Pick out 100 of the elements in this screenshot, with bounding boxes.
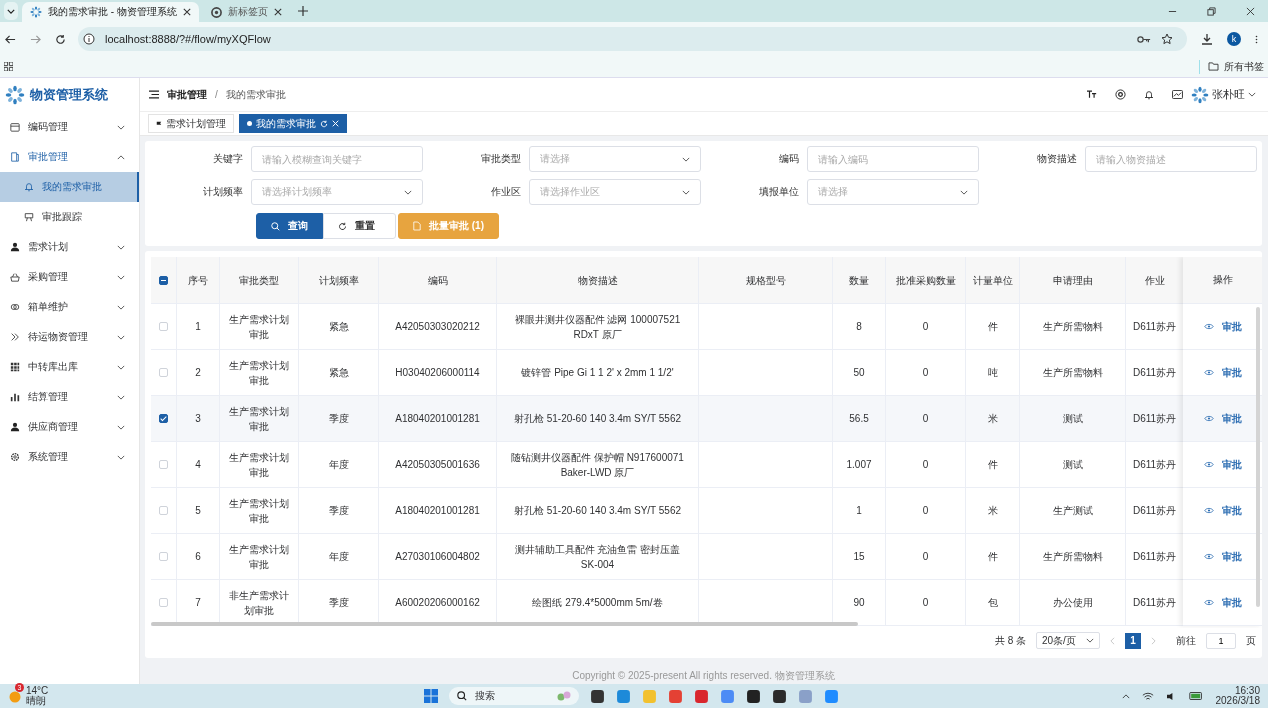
bar-chart-icon — [10, 392, 20, 402]
page-number[interactable]: 1 — [1125, 632, 1141, 649]
select-all-checkbox[interactable] — [159, 275, 168, 285]
weather-text: 晴朗 — [26, 696, 46, 706]
refresh-icon[interactable] — [320, 119, 328, 128]
input-field[interactable]: 请输入编码 — [807, 146, 979, 172]
star-icon[interactable] — [1161, 33, 1173, 45]
bell-icon[interactable] — [1144, 89, 1154, 100]
submenu-item[interactable]: 审批跟踪 — [0, 202, 139, 232]
user-menu[interactable]: 张朴旺 — [1191, 85, 1256, 104]
menu-item[interactable]: 待运物资管理 — [0, 322, 139, 352]
menu-item[interactable]: 编码管理 — [0, 112, 139, 142]
download-icon[interactable] — [1201, 33, 1213, 45]
column-header: 序号 — [188, 273, 208, 288]
image-icon[interactable] — [1172, 90, 1183, 99]
page-size-select[interactable]: 20条/页 — [1036, 632, 1100, 649]
breadcrumb-item[interactable]: 审批管理 — [167, 87, 207, 102]
sun-icon — [8, 689, 22, 703]
tab-search-button[interactable] — [4, 2, 18, 20]
reset-button[interactable]: 重置 — [323, 213, 396, 239]
chevron-down-icon — [682, 189, 690, 195]
close-icon[interactable] — [1246, 7, 1255, 16]
table-cell-text: D611苏丹 — [1132, 320, 1177, 334]
profile-avatar[interactable]: k — [1227, 32, 1241, 46]
font-size-icon[interactable] — [1087, 90, 1097, 99]
page-tab[interactable]: 我的需求审批 — [239, 114, 347, 133]
menu-item[interactable]: 需求计划 — [0, 232, 139, 262]
apps-icon[interactable] — [4, 62, 13, 71]
approve-link[interactable]: 审批 — [1203, 411, 1242, 426]
page-input[interactable]: 1 — [1206, 632, 1236, 649]
menu-item[interactable]: 采购管理 — [0, 262, 139, 292]
table-cell-text: 56.5 — [849, 412, 869, 426]
address-bar[interactable]: localhost:8888/?#/flow/myXQFlow — [78, 27, 1187, 51]
document-icon — [10, 152, 20, 162]
input-field[interactable]: 请输入模糊查询关键字 — [251, 146, 423, 172]
menu-item[interactable]: 中转库出库 — [0, 352, 139, 382]
table-cell-text: 8 — [856, 320, 862, 334]
close-icon[interactable] — [273, 8, 282, 16]
target-icon[interactable] — [1115, 89, 1126, 100]
table-cell-text: 生产所需物料 — [1042, 320, 1103, 334]
eye-icon — [1203, 415, 1214, 422]
table-cell-text: 90 — [853, 596, 865, 610]
table-cell-text: 绘图纸 279.4*5000mm 5m/卷 — [532, 596, 663, 610]
app-icon[interactable] — [746, 688, 762, 704]
table-cell-text: 7 — [195, 596, 201, 610]
key-icon[interactable] — [1137, 34, 1151, 44]
table-cell-text: 测井辅助工具配件 充油鱼雷 密封压盖 SK-004 — [513, 542, 682, 572]
approve-link[interactable]: 审批 — [1203, 549, 1242, 564]
new-tab-icon[interactable] — [297, 6, 308, 16]
column-header: 计划频率 — [318, 273, 359, 288]
eye-icon — [1203, 461, 1214, 468]
app-icon[interactable] — [772, 688, 788, 704]
table-cell-text: 随钻测井仪器配件 保护帽 N917600071 Baker-LWD 原厂 — [510, 450, 685, 480]
close-icon[interactable] — [182, 8, 191, 16]
plant-icon — [557, 690, 572, 702]
battery-icon[interactable] — [1188, 692, 1204, 700]
refresh-icon — [338, 221, 347, 231]
page-tab[interactable]: 需求计划管理 — [148, 114, 234, 133]
clock-date: 2026/3/18 — [1215, 696, 1260, 706]
table-cell-text: 镀锌管 Pipe Gi 1 1 2' x 2mm 1 1/2' — [521, 366, 674, 380]
browser-tab[interactable]: 新标签页 — [202, 2, 290, 22]
search-button[interactable]: 查询 — [256, 213, 323, 239]
restore-icon[interactable] — [1207, 7, 1216, 16]
approve-link[interactable]: 审批 — [1203, 595, 1242, 610]
logo-icon — [30, 6, 42, 18]
taskbar-search[interactable]: 搜索 — [449, 687, 580, 705]
menu-item[interactable]: 系统管理 — [0, 442, 139, 472]
temperature-text: 14°C — [26, 686, 49, 696]
scrollbar[interactable] — [1256, 307, 1260, 607]
row-checkbox[interactable] — [159, 414, 168, 423]
chevron-down-icon — [7, 8, 15, 14]
menu-item[interactable]: 供应商管理 — [0, 412, 139, 442]
chevron-up-icon[interactable] — [1121, 693, 1130, 699]
reload-icon[interactable] — [55, 33, 66, 45]
menu-icon[interactable] — [149, 90, 159, 99]
menu-item[interactable]: 审批管理 — [0, 142, 139, 172]
approve-link[interactable]: 审批 — [1203, 365, 1242, 380]
input-field[interactable]: 请输入物资描述 — [1085, 146, 1257, 172]
back-icon[interactable] — [5, 33, 16, 45]
scrollbar[interactable] — [151, 622, 858, 626]
logo-icon — [5, 85, 25, 105]
forward-icon[interactable] — [30, 33, 41, 45]
wifi-icon[interactable] — [1141, 691, 1154, 701]
table-cell-text: 5 — [195, 504, 201, 518]
table-cell-text: 办公使用 — [1052, 596, 1093, 610]
menu-item[interactable]: 箱单维护 — [0, 292, 139, 322]
search-icon — [271, 221, 280, 231]
bookmarks-folder[interactable]: 所有书签 — [1199, 59, 1264, 74]
approve-link[interactable]: 审批 — [1203, 457, 1242, 472]
browser-tab[interactable]: 我的需求审批 - 物资管理系统 — [22, 2, 199, 22]
table-cell-text: 件 — [987, 458, 998, 472]
table-cell-text: 生产测试 — [1052, 504, 1093, 518]
submenu-item[interactable]: 我的需求审批 — [0, 172, 139, 202]
app-icon[interactable] — [590, 688, 606, 704]
approve-link[interactable]: 审批 — [1203, 503, 1242, 518]
table-cell-text: 射孔枪 51-20-60 140 3.4m SY/T 5562 — [513, 412, 682, 426]
approve-link[interactable]: 审批 — [1203, 319, 1242, 334]
start-icon[interactable] — [424, 689, 439, 703]
menu-item[interactable]: 结算管理 — [0, 382, 139, 412]
table-cell-text: 6 — [195, 550, 201, 564]
